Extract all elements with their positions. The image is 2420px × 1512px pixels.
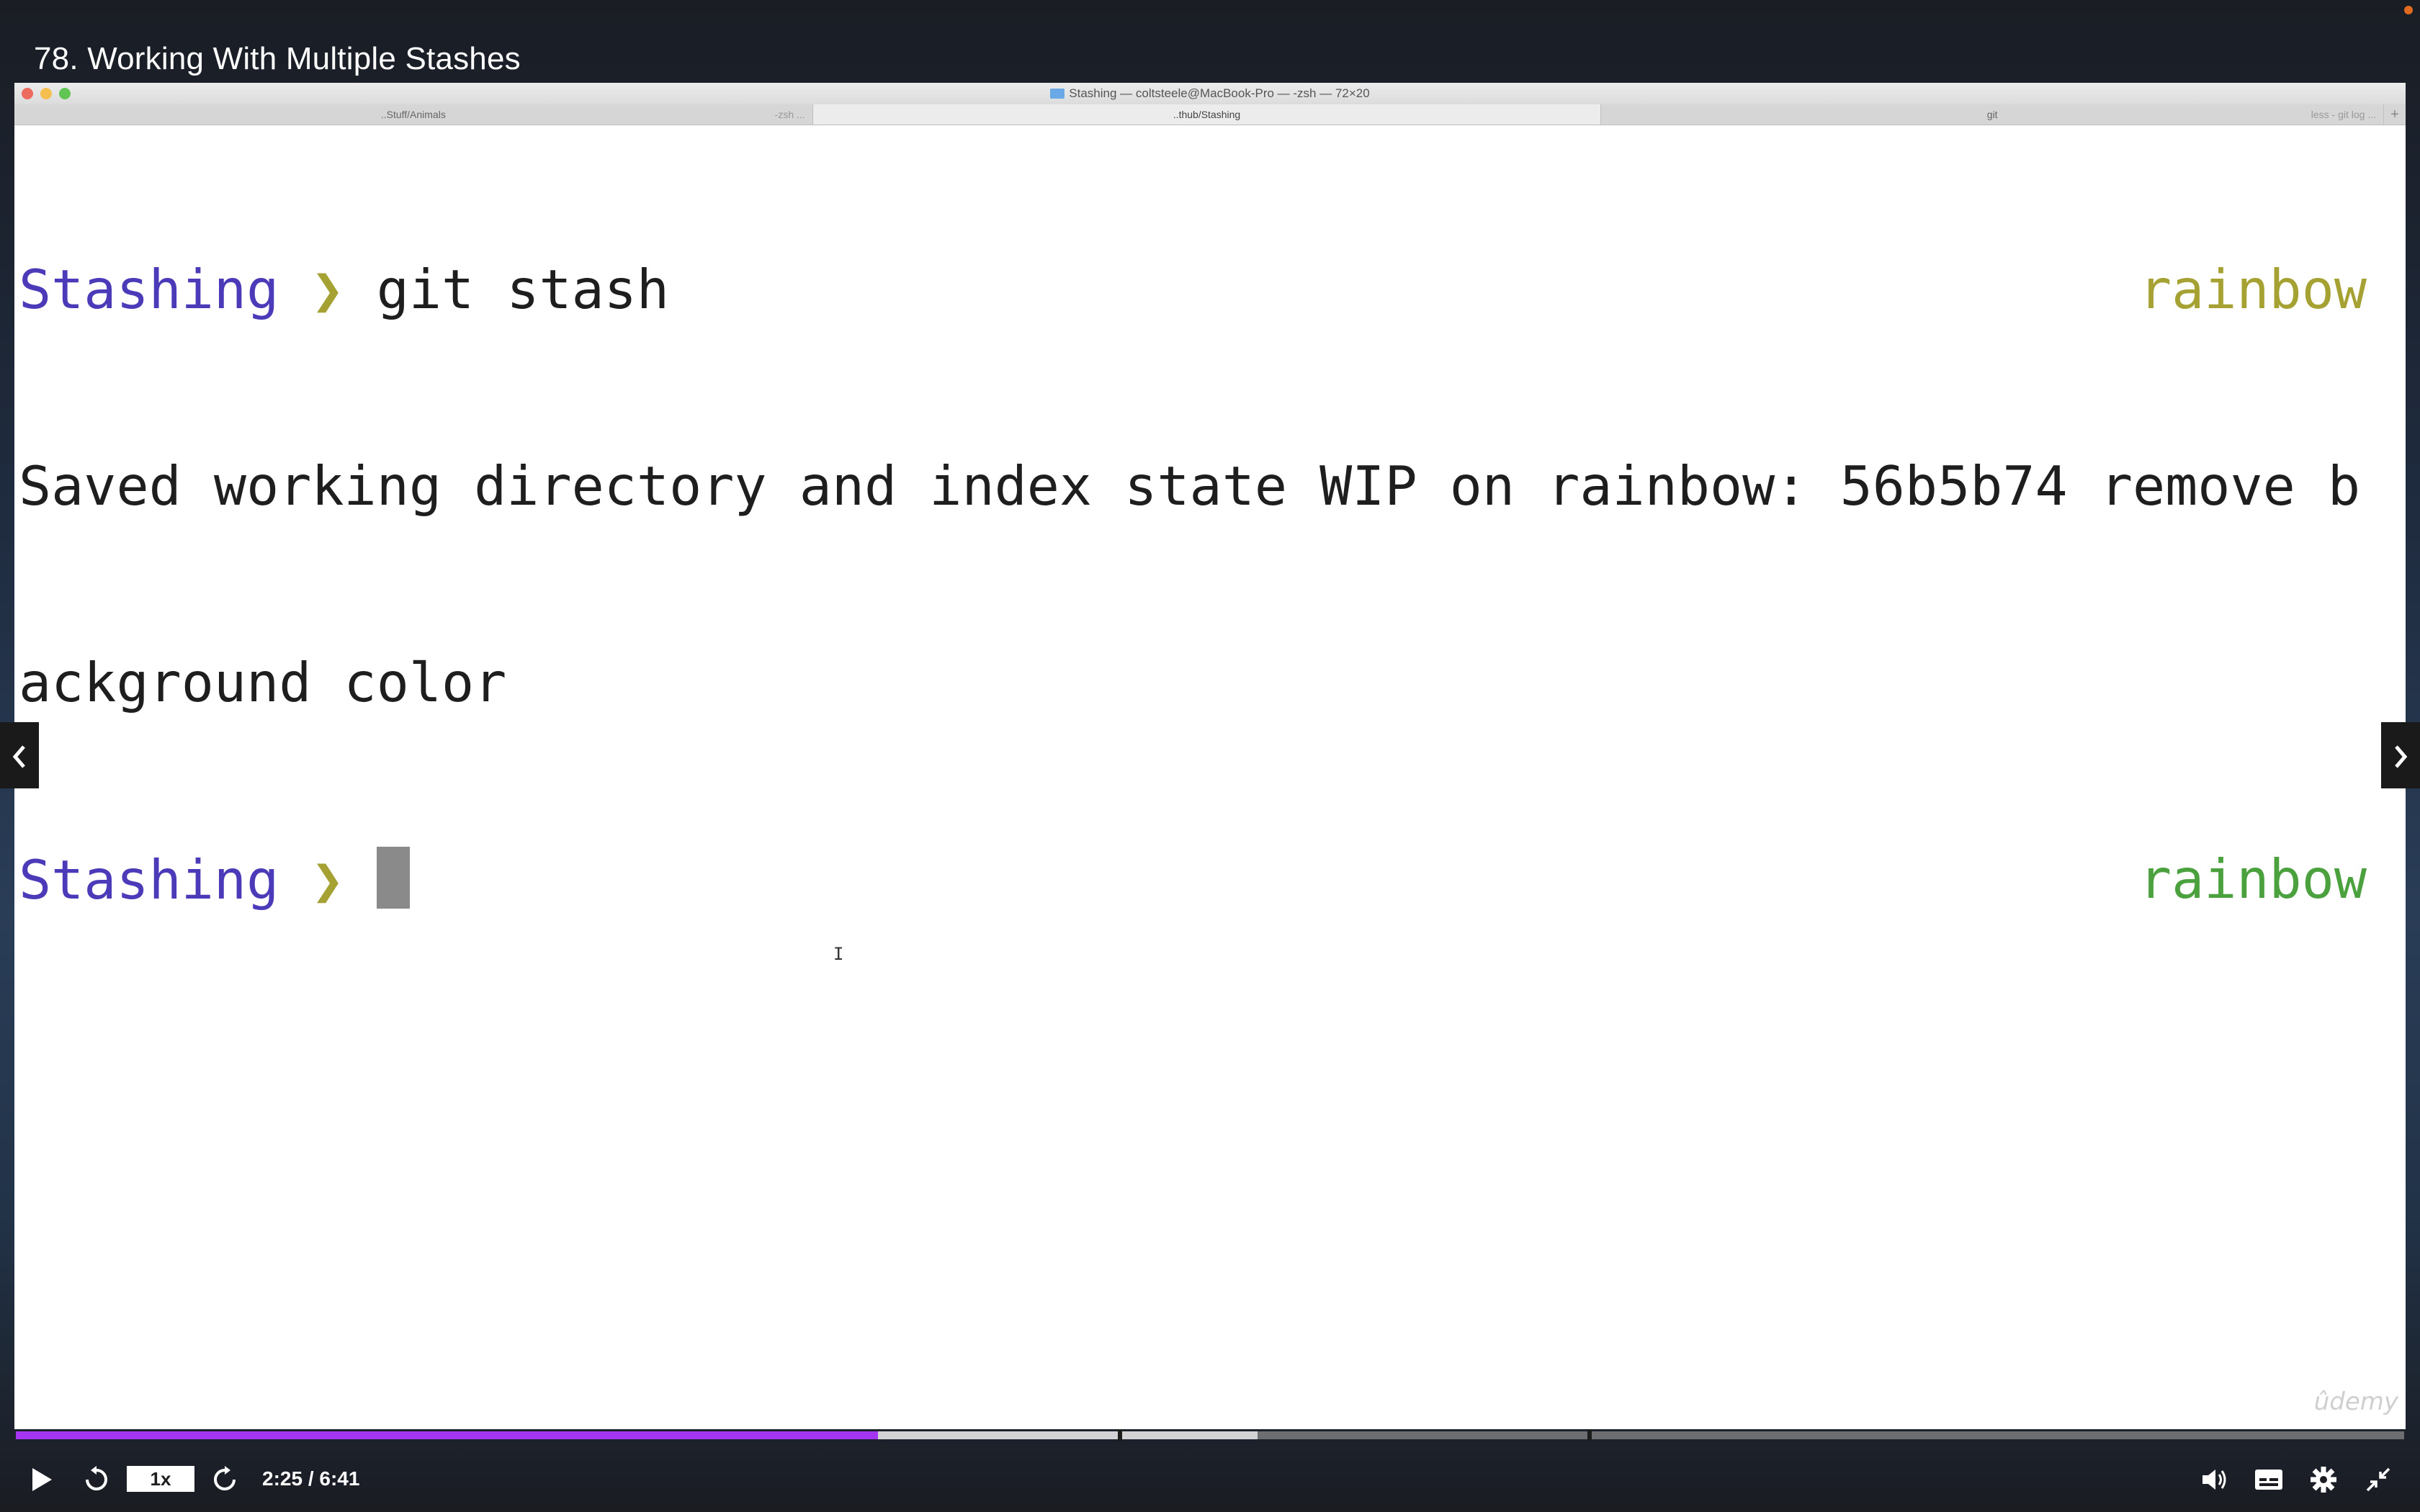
lecture-title: 78. Working With Multiple Stashes xyxy=(34,41,521,76)
chapter-marker xyxy=(1587,1429,1592,1441)
prompt-directory: Stashing xyxy=(19,258,279,321)
captions-icon xyxy=(2255,1470,2282,1490)
tab-git[interactable]: git less - git log ... xyxy=(1601,104,2385,125)
exit-fullscreen-icon xyxy=(2366,1467,2390,1492)
forward-icon xyxy=(214,1466,236,1490)
window-titlebar[interactable]: Stashing — coltsteele@MacBook-Pro — -zsh… xyxy=(14,83,2406,105)
playback-speed-button[interactable]: 1x xyxy=(127,1466,194,1492)
folder-icon xyxy=(1050,89,1065,99)
terminal-output[interactable]: Stashing ❯ git stash rainbow Saved workin… xyxy=(19,126,2403,1415)
video-progress-bar[interactable] xyxy=(16,1429,2404,1441)
exit-fullscreen-button[interactable] xyxy=(2358,1447,2398,1512)
captions-button[interactable] xyxy=(2249,1447,2289,1512)
terminal-line: Saved working directory and index state … xyxy=(19,454,2403,519)
tab-label: ..thub/Stashing xyxy=(1173,109,1241,120)
video-controls xyxy=(0,1447,2420,1512)
tab-animals[interactable]: ..Stuff/Animals -zsh ... xyxy=(14,104,813,125)
tab-process: less - git log ... xyxy=(2311,109,2377,120)
gear-icon xyxy=(2311,1467,2336,1493)
terminal-cursor xyxy=(376,847,410,909)
output-text: Saved working directory and index state … xyxy=(19,454,2361,518)
forward-5-button[interactable] xyxy=(205,1447,245,1512)
time-display: 2:25 / 6:41 xyxy=(262,1467,360,1490)
rewind-5-button[interactable] xyxy=(76,1447,117,1512)
prompt-directory: Stashing xyxy=(19,848,279,912)
previous-lecture-button[interactable] xyxy=(0,722,39,788)
terminal-tab-bar: ..Stuff/Animals -zsh ... ..thub/Stashing… xyxy=(14,104,2406,125)
new-tab-button[interactable]: + xyxy=(2384,104,2406,125)
volume-button[interactable] xyxy=(2194,1447,2234,1512)
tab-label: git xyxy=(1986,109,1998,120)
prompt-branch: rainbow xyxy=(2138,258,2367,321)
volume-icon xyxy=(2202,1470,2226,1490)
tab-stashing[interactable]: ..thub/Stashing xyxy=(812,104,1602,125)
output-text: ackground color xyxy=(19,651,507,714)
mouse-ibeam-cursor: I xyxy=(833,944,844,964)
udemy-watermark: ûdemy xyxy=(2313,1387,2398,1416)
terminal-line: Stashing ❯ rainbow xyxy=(19,847,2403,912)
window-title: Stashing — coltsteele@MacBook-Pro — -zsh… xyxy=(14,83,2406,104)
terminal-window[interactable]: Stashing — coltsteele@MacBook-Pro — -zsh… xyxy=(14,83,2406,1429)
played-bar xyxy=(16,1431,879,1439)
play-button[interactable] xyxy=(22,1447,62,1512)
chevron-left-icon xyxy=(12,745,25,769)
prompt-branch: rainbow xyxy=(2138,847,2367,911)
prompt-arrow: ❯ xyxy=(311,258,344,321)
terminal-line: ackground color xyxy=(19,650,2403,716)
next-lecture-button[interactable] xyxy=(2381,722,2420,788)
window-title-text: Stashing — coltsteele@MacBook-Pro — -zsh… xyxy=(1069,86,1370,100)
settings-button[interactable] xyxy=(2303,1447,2344,1512)
rewind-icon xyxy=(86,1466,107,1490)
terminal-line: Stashing ❯ git stash rainbow xyxy=(19,257,2403,323)
recording-indicator xyxy=(2404,6,2413,14)
play-icon xyxy=(32,1468,52,1491)
tab-process: -zsh ... xyxy=(774,109,805,120)
command-text: git stash xyxy=(376,258,670,321)
tab-label: ..Stuff/Animals xyxy=(380,109,446,120)
chevron-right-icon xyxy=(2395,745,2408,769)
prompt-arrow: ❯ xyxy=(311,848,344,912)
chapter-marker xyxy=(1118,1429,1122,1441)
